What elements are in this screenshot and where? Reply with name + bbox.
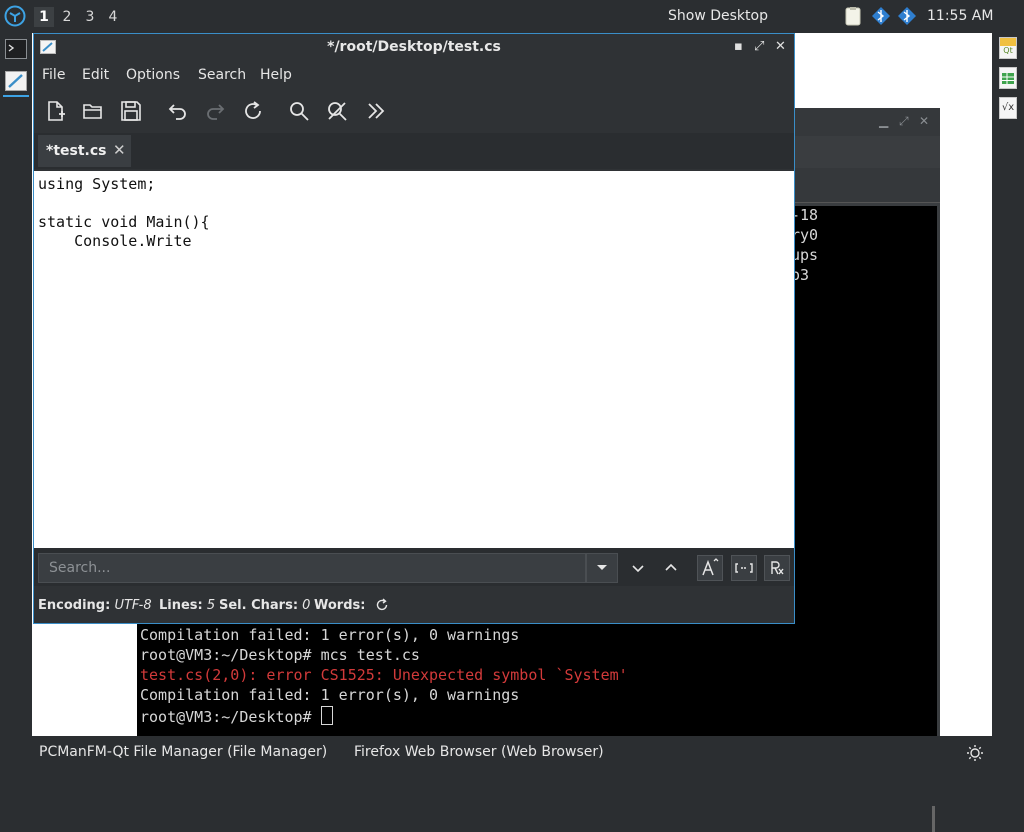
clipboard-icon[interactable]	[843, 6, 863, 26]
code-line: static void Main(){	[38, 213, 210, 231]
terminal-error-line: test.cs(2,0): error CS1525: Unexpected s…	[140, 666, 628, 684]
workspace-2[interactable]: 2	[57, 7, 77, 27]
search-history-dropdown[interactable]	[586, 553, 618, 583]
qt-badge: Qt	[1003, 46, 1013, 55]
tabbar: *test.cs ✕	[34, 133, 794, 169]
status-bar: Encoding: UTF-8 Lines: 5 Sel. Chars: 0 W…	[34, 590, 794, 620]
network-icon[interactable]	[871, 6, 891, 26]
terminal-prompt-line[interactable]: root@VM3:~/Desktop#	[140, 706, 333, 726]
menu-search[interactable]: Search	[198, 67, 246, 83]
lxqt-logo-icon[interactable]	[4, 5, 26, 27]
bluetooth-icon[interactable]	[897, 6, 917, 26]
chevron-down-icon	[597, 565, 607, 570]
terminal-prompt: root@VM3:~/Desktop#	[140, 708, 321, 726]
terminal-fragment: ry0	[791, 226, 819, 244]
window-title: */root/Desktop/test.cs	[327, 39, 501, 55]
qt-designer-icon[interactable]: Qt	[999, 37, 1017, 59]
terminal-cursor	[320, 706, 333, 725]
brightness-icon[interactable]	[966, 744, 984, 762]
terminal-line: root@VM3:~/Desktop# mcs test.cs	[140, 646, 420, 664]
tab-test-cs[interactable]: *test.cs ✕	[38, 135, 131, 167]
search-bar	[34, 548, 794, 586]
task-file-manager[interactable]: PCManFM-Qt File Manager (File Manager)	[39, 744, 327, 760]
match-case-button[interactable]	[697, 555, 723, 581]
terminal-icon[interactable]	[5, 39, 27, 59]
save-icon[interactable]	[118, 98, 144, 124]
undo-icon[interactable]	[165, 98, 191, 124]
find-previous-button[interactable]	[658, 555, 684, 581]
words-status: Words:	[314, 598, 366, 613]
terminal-line: Compilation failed: 1 error(s), 0 warnin…	[140, 686, 520, 704]
toolbar	[34, 94, 794, 130]
match-case-icon	[702, 558, 719, 576]
regex-button[interactable]	[764, 555, 790, 581]
editor-titlebar[interactable]: */root/Desktop/test.cs ▪ ⤢ ✕	[34, 34, 794, 61]
dock-active-indicator	[3, 95, 29, 97]
formula-icon[interactable]: √x	[999, 97, 1017, 119]
task-firefox[interactable]: Firefox Web Browser (Web Browser)	[354, 744, 604, 760]
maximize-button[interactable]: ⤢	[754, 39, 764, 54]
show-desktop-button[interactable]: Show Desktop	[668, 8, 768, 24]
terminal-fragment: ups	[791, 246, 819, 264]
editor-window[interactable]: */root/Desktop/test.cs ▪ ⤢ ✕ File Edit O…	[33, 33, 795, 624]
menu-options[interactable]: Options	[126, 67, 180, 83]
terminal-minimize-button[interactable]: ▁	[879, 114, 888, 128]
menu-file[interactable]: File	[42, 67, 65, 83]
terminal-fragment: -18	[791, 206, 819, 224]
refresh-word-count-icon[interactable]	[375, 598, 389, 612]
left-dock	[0, 33, 32, 736]
text-editor-icon[interactable]	[5, 71, 27, 91]
tab-label: *test.cs	[46, 143, 107, 159]
workspace-4[interactable]: 4	[103, 7, 123, 27]
open-folder-icon[interactable]	[80, 98, 106, 124]
qt-designer-icon-band	[1000, 38, 1016, 46]
terminal-maximize-button[interactable]: ⤢	[899, 114, 909, 129]
reload-icon[interactable]	[240, 98, 266, 124]
terminal-scrollbar[interactable]	[932, 806, 935, 832]
encoding-status: Encoding: UTF-8	[38, 598, 152, 613]
more-icon[interactable]	[363, 98, 389, 124]
menu-edit[interactable]: Edit	[82, 67, 109, 83]
top-panel: 1 2 3 4 Show Desktop 11:55 AM	[0, 0, 1024, 33]
formula-badge: √x	[1001, 102, 1015, 113]
right-dock: Qt √x	[992, 33, 1024, 736]
code-line: using System;	[38, 175, 156, 193]
code-editor[interactable]: using System; static void Main(){ Consol…	[34, 171, 794, 548]
menubar: File Edit Options Search Help	[34, 64, 794, 88]
terminal-close-button[interactable]: ✕	[919, 114, 929, 128]
code-line: Console.Write	[38, 232, 192, 250]
search-input[interactable]	[38, 553, 586, 583]
minimize-button[interactable]: ▪	[734, 39, 743, 54]
whole-word-button[interactable]	[731, 555, 757, 581]
find-icon[interactable]	[286, 98, 312, 124]
workspace-1[interactable]: 1	[34, 7, 54, 27]
menu-help[interactable]: Help	[260, 67, 292, 83]
spreadsheet-icon[interactable]	[999, 67, 1017, 89]
workspace-3[interactable]: 3	[80, 7, 100, 27]
whole-word-icon	[735, 563, 753, 573]
find-next-button[interactable]	[625, 555, 651, 581]
terminal-line: Compilation failed: 1 error(s), 0 warnin…	[140, 626, 520, 644]
tab-close-icon[interactable]: ✕	[113, 141, 126, 159]
redo-icon[interactable]	[202, 98, 228, 124]
close-button[interactable]: ✕	[775, 39, 786, 54]
clock[interactable]: 11:55 AM	[927, 8, 993, 24]
sel-chars-status: Sel. Chars: 0	[219, 598, 311, 613]
find-replace-icon[interactable]	[324, 98, 350, 124]
new-file-icon[interactable]	[43, 98, 69, 124]
taskbar: PCManFM-Qt File Manager (File Manager) F…	[0, 736, 1024, 768]
regex-icon	[771, 561, 784, 575]
lines-status: Lines: 5	[159, 598, 216, 613]
